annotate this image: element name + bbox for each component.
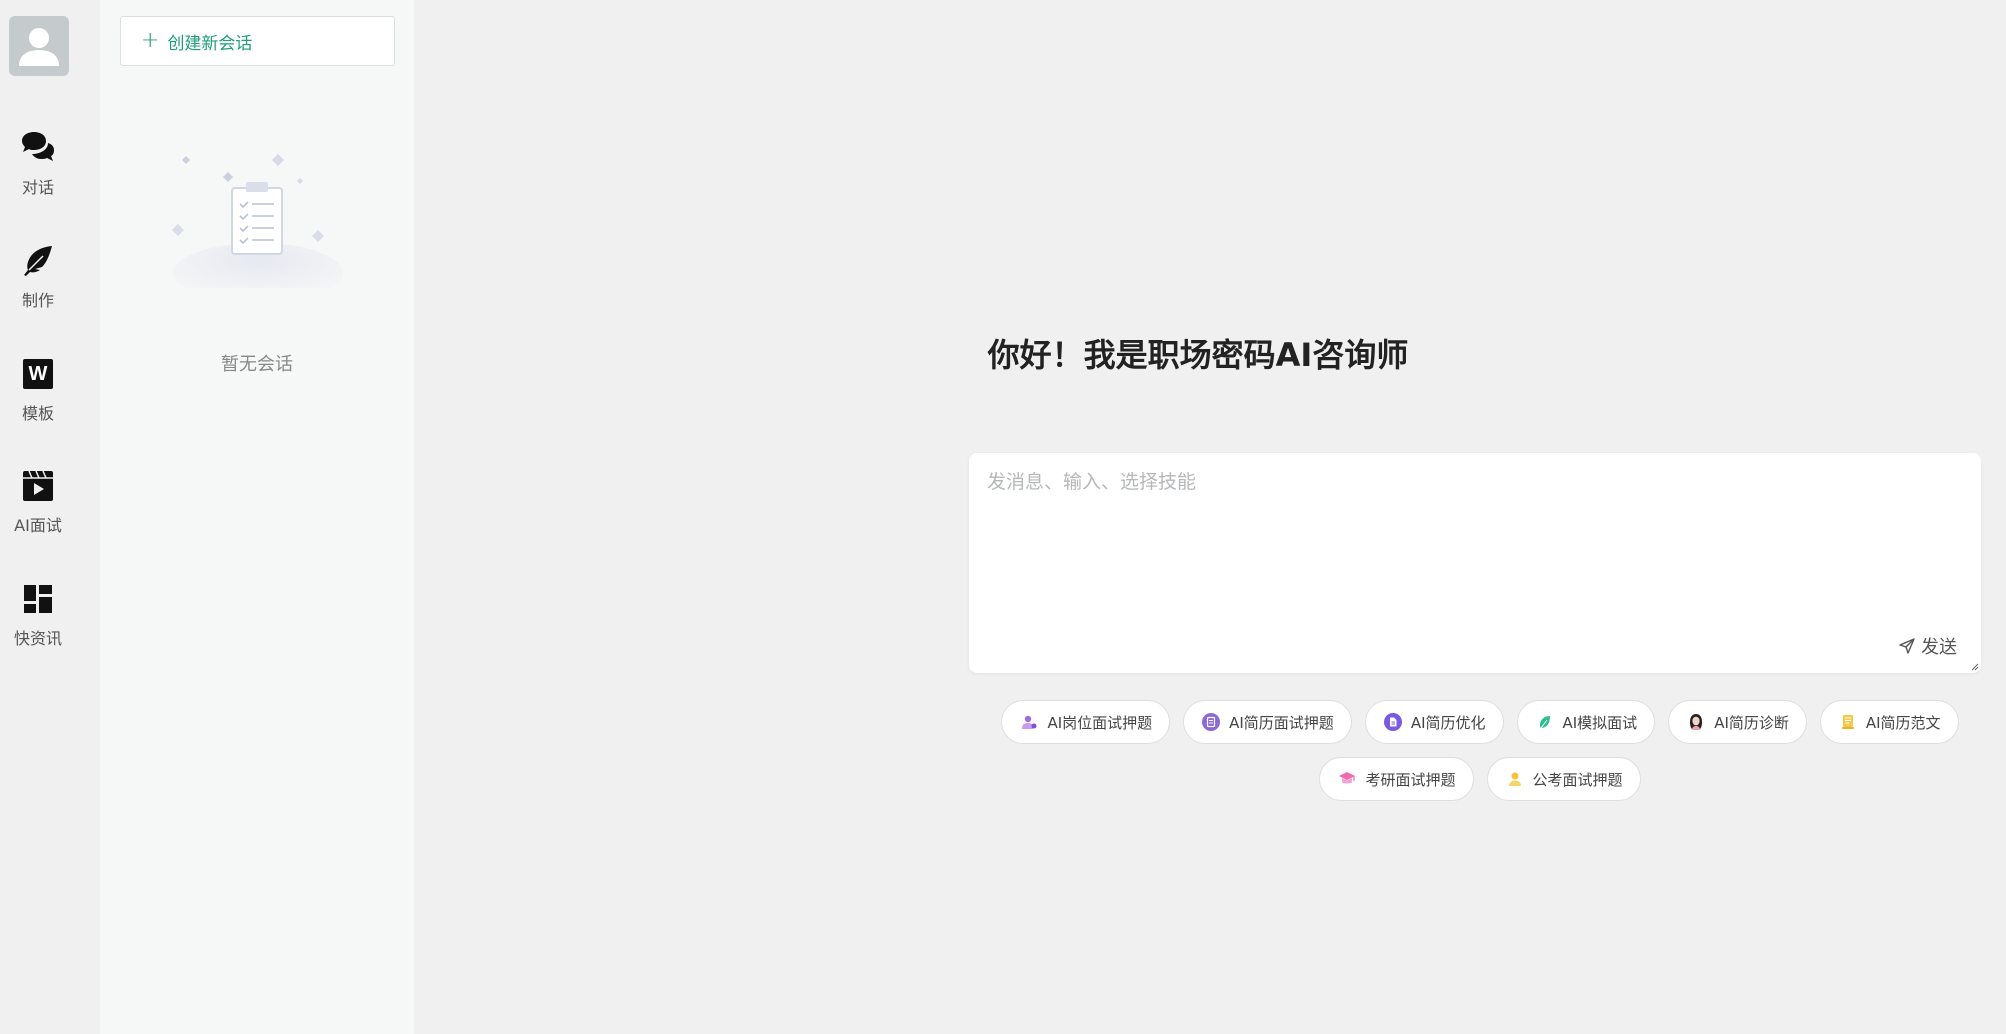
document-violet-icon <box>1383 712 1403 732</box>
nav-item-create[interactable]: 制作 <box>0 243 76 323</box>
skill-chip-label: AI简历诊断 <box>1714 713 1789 732</box>
send-button[interactable]: 发送 <box>1899 633 1957 659</box>
new-chat-button[interactable]: + 创建新会话 <box>120 16 395 66</box>
document-purple-icon <box>1201 712 1221 732</box>
skill-chip[interactable]: AI岗位面试押题 <box>1001 700 1171 744</box>
send-arrow-icon <box>1899 638 1915 654</box>
conversation-panel: + 创建新会话 暂无会话 <box>100 0 414 1034</box>
skill-chip-label: 考研面试押题 <box>1365 770 1456 789</box>
left-rail: 对话 制作 W 模板 AI面试 快资讯 <box>0 0 100 1034</box>
skill-chip[interactable]: AI模拟面试 <box>1516 700 1656 744</box>
nav-label: 快资讯 <box>13 629 62 648</box>
message-input[interactable] <box>987 467 1957 617</box>
page-title: 你好！我是职场密码AI咨询师 <box>987 336 1409 374</box>
nav-item-ai-interview[interactable]: AI面试 <box>0 468 76 548</box>
dashboard-tiles-icon <box>20 581 56 617</box>
nav-label: 对话 <box>21 178 54 197</box>
skill-chip[interactable]: AI简历诊断 <box>1668 700 1807 744</box>
empty-state-text: 暂无会话 <box>221 354 293 375</box>
skill-chip-label: AI简历面试押题 <box>1229 713 1334 732</box>
skill-chip-label: 公考面试押题 <box>1532 770 1623 789</box>
skill-chip[interactable]: 公考面试押题 <box>1486 757 1641 801</box>
skill-chip-row: 考研面试押题 公考面试押题 <box>985 757 1975 801</box>
empty-clipboard-illustration <box>172 154 343 288</box>
nav-label: 制作 <box>21 291 54 310</box>
person-avatar-icon <box>1686 712 1706 732</box>
nav-label: AI面试 <box>14 516 62 535</box>
skill-chip[interactable]: 考研面试押题 <box>1319 757 1474 801</box>
resize-handle-icon[interactable] <box>1969 661 1979 671</box>
nav-item-news[interactable]: 快资讯 <box>0 581 76 661</box>
new-chat-label: 创建新会话 <box>167 33 253 54</box>
skill-chip-row: AI岗位面试押题 AI简历面试押题 AI简历优化 AI模拟面试 AI简历诊断 A… <box>985 700 1975 744</box>
skill-chip-label: AI模拟面试 <box>1562 713 1638 732</box>
send-label: 发送 <box>1921 637 1957 658</box>
note-yellow-icon <box>1838 712 1858 732</box>
skill-chips: AI岗位面试押题 AI简历面试押题 AI简历优化 AI模拟面试 AI简历诊断 A… <box>985 700 1975 814</box>
nav-label: 模板 <box>21 404 54 423</box>
main-area: 你好！我是职场密码AI咨询师 发送 AI岗位面试押题 <box>414 0 2006 1034</box>
nav-item-chat[interactable]: 对话 <box>0 130 76 210</box>
plus-icon: + <box>141 28 160 53</box>
skill-chip-label: AI简历范文 <box>1865 713 1941 732</box>
avatar[interactable] <box>9 16 69 76</box>
skill-chip[interactable]: AI简历优化 <box>1364 700 1504 744</box>
nav-item-templates[interactable]: W 模板 <box>0 356 76 436</box>
word-doc-icon: W <box>20 356 56 392</box>
leaf-green-icon <box>1535 712 1555 732</box>
skill-chip[interactable]: AI简历面试押题 <box>1183 700 1352 744</box>
skill-chip-label: AI简历优化 <box>1410 713 1486 732</box>
feather-icon <box>20 243 56 279</box>
chat-bubbles-icon <box>20 130 56 166</box>
video-clapper-icon <box>20 468 56 504</box>
user-silhouette-icon <box>19 28 59 66</box>
skill-chip-label: AI岗位面试押题 <box>1047 713 1153 732</box>
message-composer: 发送 <box>969 453 1981 673</box>
graduation-pink-icon <box>1337 769 1357 789</box>
skill-chip[interactable]: AI简历范文 <box>1819 700 1959 744</box>
person-purple-icon <box>1019 712 1039 732</box>
person-yellow-icon <box>1505 769 1525 789</box>
